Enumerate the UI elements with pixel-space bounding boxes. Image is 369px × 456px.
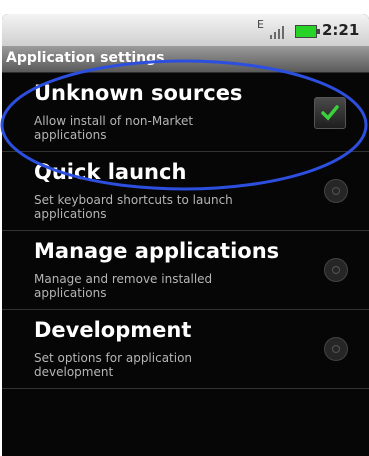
setting-summary: Set options for application development (34, 351, 193, 379)
clock: 2:21 (322, 21, 360, 39)
setting-label: Unknown sources (34, 81, 243, 105)
setting-summary: Allow install of non-Market applications (34, 114, 194, 142)
setting-item-development[interactable]: Development Set options for application … (2, 310, 369, 389)
setting-item-manage-applications[interactable]: Manage applications Manage and remove in… (2, 231, 369, 310)
setting-item-quick-launch[interactable]: Quick launch Set keyboard shortcuts to l… (2, 152, 369, 231)
phone-screen: E 2:21 Application settings Unknown sour… (2, 14, 369, 456)
setting-label: Manage applications (34, 239, 280, 263)
setting-label: Quick launch (34, 160, 187, 184)
title-bar: Application settings (2, 46, 369, 73)
chevron-right-icon (324, 258, 348, 282)
status-bar: E 2:21 (2, 14, 369, 46)
page-title: Application settings (6, 50, 165, 66)
setting-item-unknown-sources[interactable]: Unknown sources Allow install of non-Mar… (2, 73, 369, 152)
setting-summary: Manage and remove installed applications (34, 272, 213, 300)
battery-icon (295, 25, 320, 38)
setting-summary: Set keyboard shortcuts to launch applica… (34, 193, 233, 221)
setting-label: Development (34, 318, 192, 342)
chevron-right-icon (324, 337, 348, 361)
chevron-right-icon (324, 179, 348, 203)
checkbox-checked[interactable] (314, 97, 346, 129)
network-type-indicator: E (257, 18, 264, 31)
signal-strength-icon (270, 25, 292, 39)
check-icon (321, 105, 339, 121)
